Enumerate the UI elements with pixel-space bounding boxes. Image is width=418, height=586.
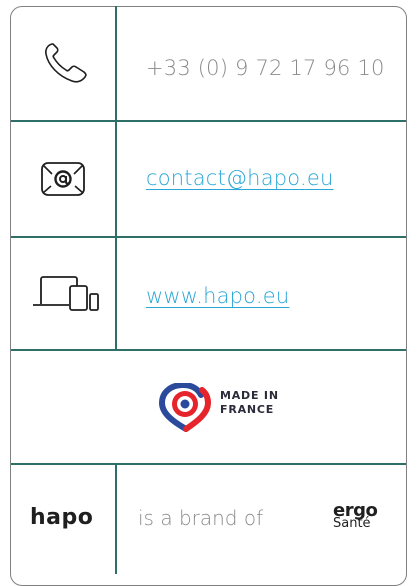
column-divider-top (115, 6, 117, 350)
phone-icon (45, 43, 87, 83)
row-divider-1 (11, 120, 406, 122)
devices-icon (33, 276, 99, 311)
email-icon (41, 162, 85, 196)
brand-text: is a brand of (138, 506, 264, 530)
hapo-logo: hapo (30, 505, 94, 530)
email-link[interactable]: contact@hapo.eu (146, 166, 333, 190)
ergo-logo-bottom: Santé (333, 516, 371, 531)
location-pin-icon (158, 383, 212, 432)
column-divider-bottom (115, 463, 117, 574)
row-divider-4 (11, 463, 406, 465)
phone-number[interactable]: +33 (0) 9 72 17 96 10 (146, 56, 385, 80)
france-label: FRANCE (220, 403, 275, 416)
row-divider-2 (11, 236, 406, 238)
row-divider-3 (11, 349, 406, 351)
website-link[interactable]: www.hapo.eu (146, 284, 289, 308)
ergo-sante-logo: ergo Santé (333, 502, 393, 542)
made-in-label: MADE IN (220, 389, 279, 402)
